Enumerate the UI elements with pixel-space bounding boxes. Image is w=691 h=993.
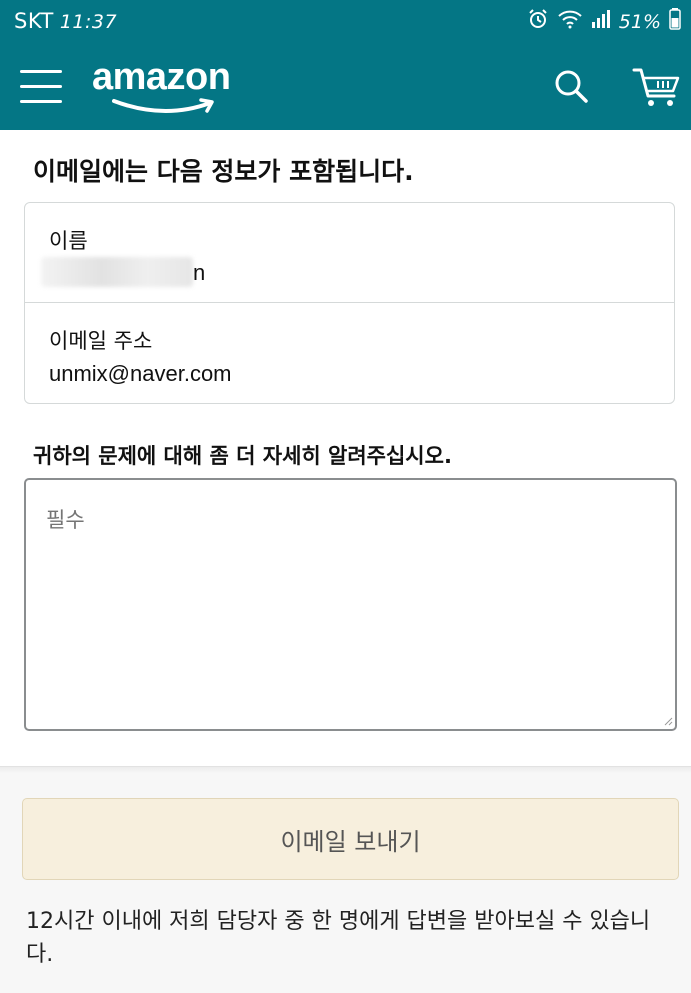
email-value: unmix@naver.com bbox=[49, 361, 232, 386]
resize-grip-icon[interactable] bbox=[663, 716, 673, 726]
status-left: SKT 11:37 bbox=[14, 9, 117, 33]
menu-icon[interactable] bbox=[20, 70, 62, 104]
alarm-icon bbox=[527, 8, 549, 35]
battery-percent: 51% bbox=[618, 10, 661, 33]
details-label: 귀하의 문제에 대해 좀 더 자세히 알려주십시오. bbox=[33, 444, 452, 468]
app-header: amazon bbox=[0, 44, 691, 130]
battery-icon bbox=[669, 8, 681, 35]
status-right: 51% bbox=[527, 8, 681, 35]
search-icon[interactable] bbox=[553, 68, 589, 104]
details-textarea[interactable] bbox=[24, 478, 677, 731]
name-row: 이름 n bbox=[25, 203, 674, 303]
carrier-name: SKT bbox=[14, 9, 54, 33]
clock-time: 11:37 bbox=[59, 11, 118, 33]
name-label: 이름 bbox=[49, 229, 88, 253]
section-title: 이메일에는 다음 정보가 포함됩니다. bbox=[33, 157, 414, 186]
amazon-logo[interactable]: amazon bbox=[92, 56, 242, 116]
contact-info-card: 이름 n 이메일 주소 unmix@naver.com bbox=[24, 202, 675, 404]
wifi-icon bbox=[557, 9, 583, 34]
smile-arrow-icon bbox=[112, 98, 214, 114]
status-bar: SKT 11:37 51% bbox=[0, 0, 691, 44]
reply-note: 12시간 이내에 저희 담당자 중 한 명에게 답변을 받아보실 수 있습니다. bbox=[26, 909, 651, 967]
redacted-name bbox=[41, 257, 193, 287]
signal-icon bbox=[591, 9, 611, 34]
send-email-button[interactable]: 이메일 보내기 bbox=[22, 798, 679, 880]
logo-text: amazon bbox=[92, 56, 231, 98]
email-row: 이메일 주소 unmix@naver.com bbox=[25, 303, 674, 403]
name-value: n bbox=[193, 260, 206, 285]
email-label: 이메일 주소 bbox=[49, 329, 153, 353]
cart-icon[interactable] bbox=[632, 66, 682, 108]
